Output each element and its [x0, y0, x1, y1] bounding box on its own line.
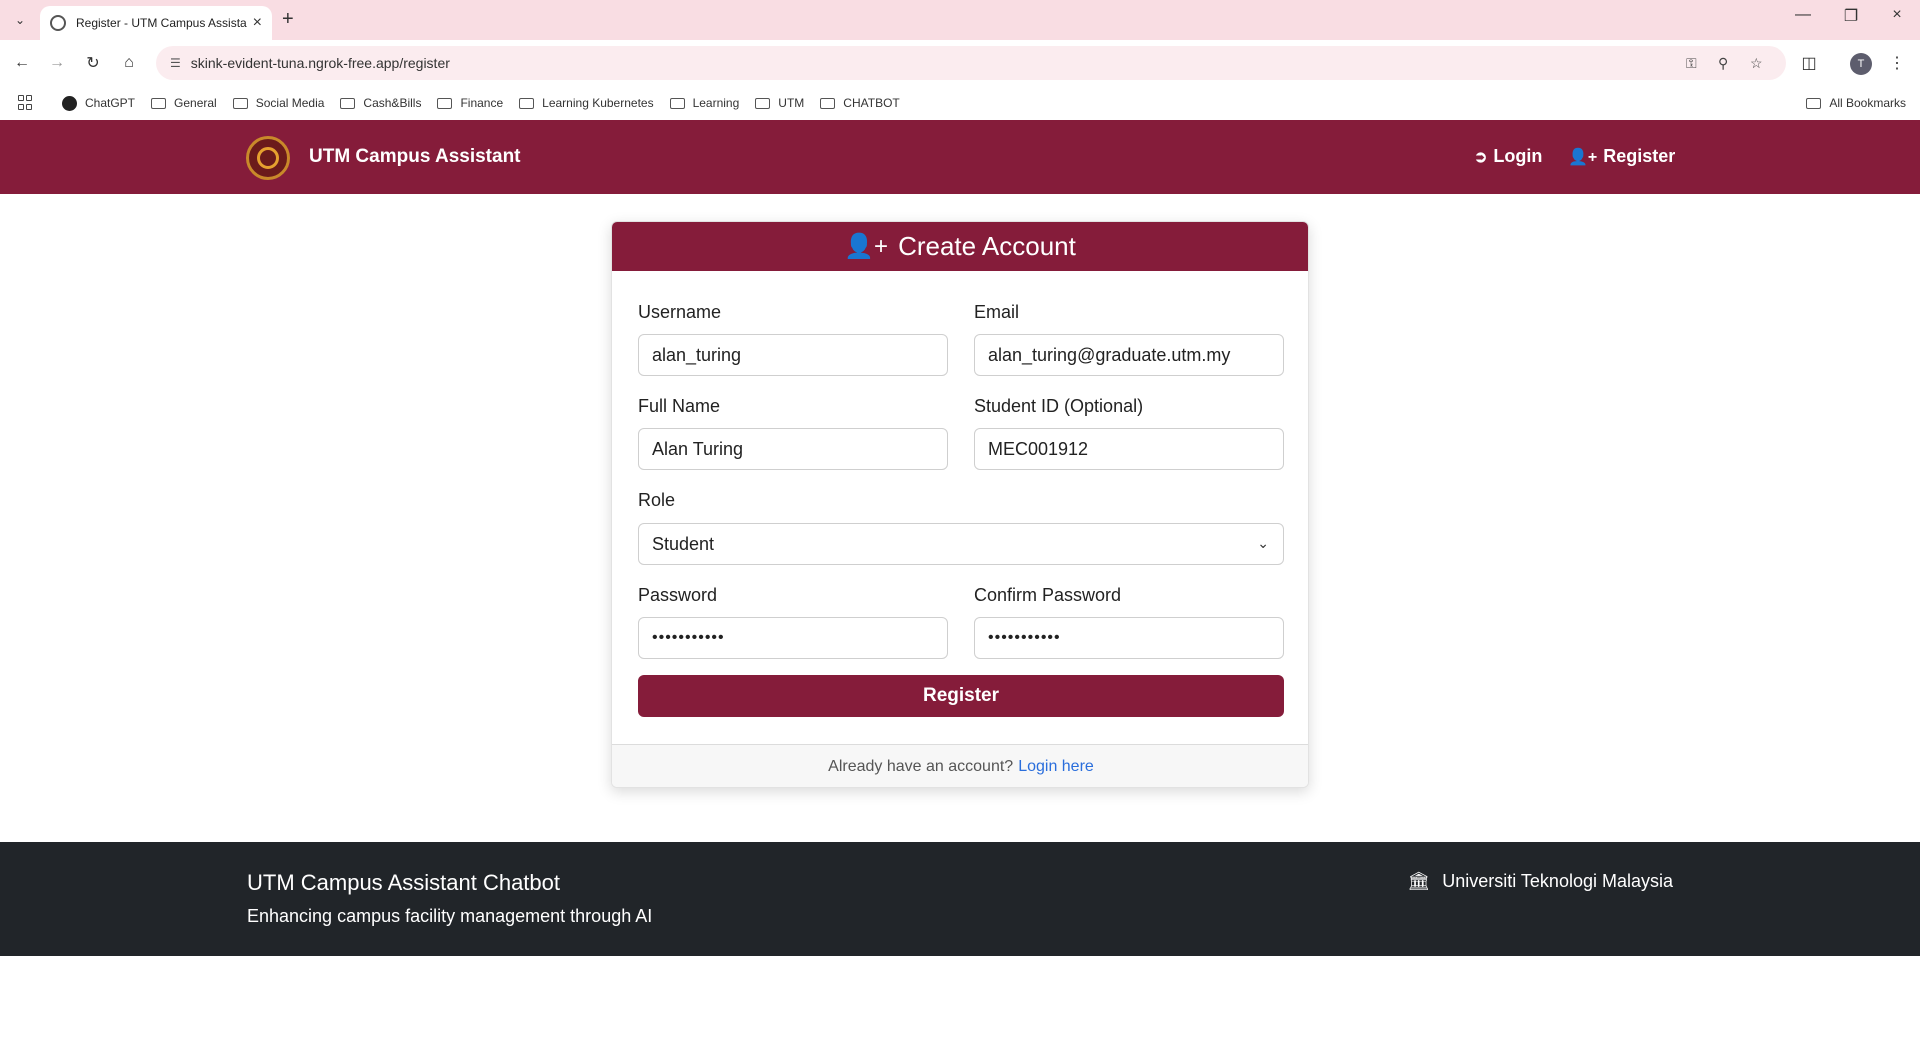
footer-subtitle: Enhancing campus facility management thr…	[247, 906, 653, 926]
all-bookmarks-label: All Bookmarks	[1829, 96, 1906, 110]
minimize-icon[interactable]: —	[1788, 6, 1818, 24]
bookmark-label: CHATBOT	[843, 96, 900, 110]
role-select[interactable]: Student ⌄	[638, 523, 1284, 565]
url-text: skink-evident-tuna.ngrok-free.app/regist…	[190, 55, 450, 71]
fullname-input[interactable]: Alan Turing	[638, 428, 948, 470]
folder-icon	[755, 97, 771, 109]
forward-icon[interactable]: →	[44, 50, 70, 76]
nav-login-label: Login	[1493, 146, 1543, 166]
folder-icon	[437, 97, 453, 109]
bookmark-utm[interactable]: UTM	[755, 96, 804, 110]
footer-title: UTM Campus Assistant Chatbot	[247, 870, 561, 895]
register-card: 👤+ Create Account Username alan_turing E…	[611, 221, 1309, 788]
university-icon: 🏛	[1407, 871, 1431, 891]
chevron-down-icon: ⌄	[1257, 535, 1269, 551]
bookmark-label: Social Media	[255, 96, 325, 110]
folder-icon	[151, 97, 167, 109]
role-label: Role	[638, 490, 676, 510]
globe-icon	[50, 15, 66, 31]
footer-university: 🏛 Universiti Teknologi Malaysia	[1407, 871, 1673, 892]
bookmark-chatbot[interactable]: CHATBOT	[820, 96, 900, 110]
window-close-icon[interactable]: ×	[1882, 6, 1912, 24]
student-id-input[interactable]: MEC001912	[974, 428, 1284, 470]
all-bookmarks[interactable]: All Bookmarks	[1806, 86, 1906, 120]
bookmark-list: ChatGPT General Social Media Cash&Bills …	[62, 86, 916, 120]
tab-search-icon[interactable]: ⌄	[8, 8, 32, 32]
folder-icon	[340, 97, 356, 109]
folder-icon	[820, 97, 836, 109]
address-bar[interactable]: ☰ skink-evident-tuna.ngrok-free.app/regi…	[156, 46, 1786, 80]
new-tab-icon[interactable]: +	[282, 8, 294, 31]
bookmark-finance[interactable]: Finance	[437, 96, 503, 110]
back-icon[interactable]: ←	[9, 50, 35, 76]
bookmark-label: UTM	[778, 96, 805, 110]
login-here-link[interactable]: Login here	[1018, 758, 1094, 776]
site-footer: UTM Campus Assistant Chatbot Enhancing c…	[0, 842, 1920, 956]
site-info-icon[interactable]: ☰	[170, 56, 181, 70]
login-prompt-text: Already have an account?	[828, 758, 1014, 775]
bookmark-star-icon[interactable]: ☆	[1750, 46, 1763, 80]
university-name: Universiti Teknologi Malaysia	[1442, 871, 1673, 891]
confirm-password-input[interactable]: •••••••••••	[974, 617, 1284, 659]
chatgpt-icon	[62, 95, 77, 111]
username-label: Username	[638, 302, 722, 322]
register-button[interactable]: Register	[638, 675, 1284, 717]
bookmarks-bar: ChatGPT General Social Media Cash&Bills …	[0, 86, 1920, 120]
tab-title: Register - UTM Campus Assista	[76, 16, 247, 30]
sign-in-icon: ➲	[1474, 148, 1488, 166]
bookmark-cash-bills[interactable]: Cash&Bills	[340, 96, 421, 110]
bookmark-label: Cash&Bills	[363, 96, 422, 110]
extensions-icon[interactable]: ◫	[1796, 50, 1822, 76]
user-plus-icon: 👤+	[844, 233, 889, 260]
apps-grid-icon[interactable]	[18, 95, 34, 111]
card-header: 👤+ Create Account	[612, 222, 1308, 271]
utm-logo[interactable]	[246, 136, 290, 180]
site-navbar: UTM Campus Assistant ➲ Login 👤+ Register	[0, 120, 1920, 194]
nav-register-label: Register	[1603, 146, 1676, 166]
password-key-icon[interactable]: ⚿	[1686, 46, 1697, 80]
bookmark-learning-kubernetes[interactable]: Learning Kubernetes	[519, 96, 654, 110]
browser-toolbar: ← → ↻ ⌂ ☰ skink-evident-tuna.ngrok-free.…	[0, 40, 1920, 86]
brand-title[interactable]: UTM Campus Assistant	[309, 146, 521, 168]
home-icon[interactable]: ⌂	[116, 50, 142, 76]
bookmark-general[interactable]: General	[151, 96, 217, 110]
confirm-password-label: Confirm Password	[974, 585, 1122, 605]
folder-icon	[232, 97, 248, 109]
close-icon[interactable]: ×	[253, 14, 262, 32]
menu-icon[interactable]: ⋮	[1884, 50, 1910, 76]
profile-avatar[interactable]: T	[1850, 53, 1872, 75]
password-input[interactable]: •••••••••••	[638, 617, 948, 659]
email-label: Email	[974, 302, 1020, 322]
folder-icon	[1806, 97, 1822, 109]
folder-icon	[669, 97, 685, 109]
email-input[interactable]: alan_turing@graduate.utm.my	[974, 334, 1284, 376]
bookmark-chatgpt[interactable]: ChatGPT	[62, 95, 136, 111]
bookmark-label: Finance	[460, 96, 504, 110]
bookmark-learning[interactable]: Learning	[669, 96, 740, 110]
student-id-label: Student ID (Optional)	[974, 396, 1144, 416]
bookmark-label: Learning Kubernetes	[542, 96, 654, 110]
password-label: Password	[638, 585, 718, 605]
browser-tabstrip: ⌄ Register - UTM Campus Assista × + — ❐ …	[0, 0, 1920, 40]
nav-login-link[interactable]: ➲ Login	[1474, 146, 1542, 167]
restore-icon[interactable]: ❐	[1836, 6, 1866, 26]
bookmark-label: ChatGPT	[85, 96, 136, 110]
card-footer: Already have an account? Login here	[612, 744, 1308, 787]
nav-register-link[interactable]: 👤+ Register	[1568, 146, 1675, 167]
reload-icon[interactable]: ↻	[80, 50, 106, 76]
user-plus-icon: 👤+	[1568, 148, 1598, 166]
card-title: Create Account	[898, 231, 1076, 261]
fullname-label: Full Name	[638, 396, 721, 416]
folder-icon	[519, 97, 535, 109]
browser-tab[interactable]: Register - UTM Campus Assista ×	[40, 6, 272, 40]
role-selected-value: Student	[652, 533, 715, 554]
username-input[interactable]: alan_turing	[638, 334, 948, 376]
bookmark-label: Learning	[692, 96, 740, 110]
bookmark-social-media[interactable]: Social Media	[232, 96, 325, 110]
bookmark-label: General	[174, 96, 217, 110]
zoom-icon[interactable]: ⚲	[1718, 46, 1728, 80]
